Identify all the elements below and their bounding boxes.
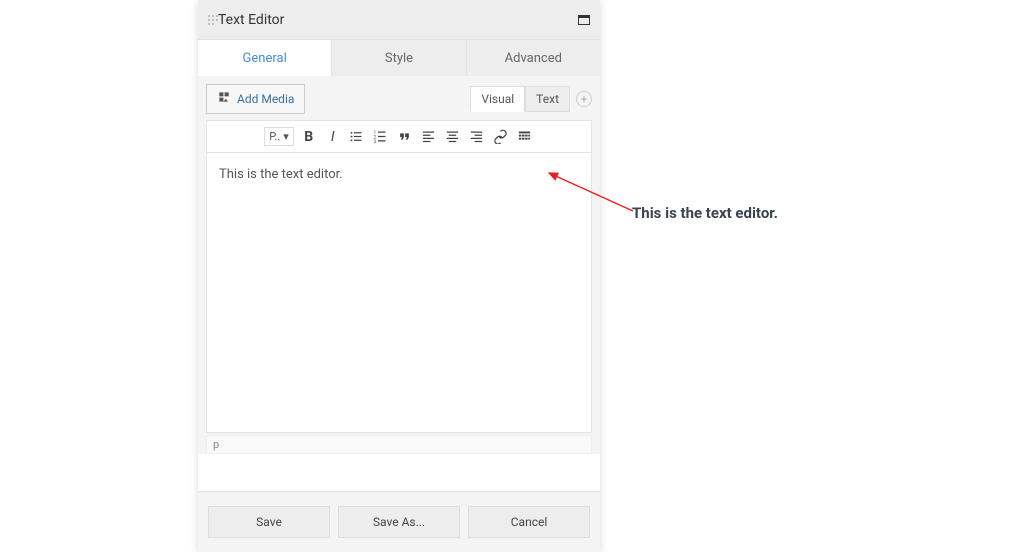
bold-button[interactable]: B <box>300 128 318 146</box>
settings-tabs: General Style Advanced <box>198 40 600 76</box>
align-left-button[interactable] <box>420 128 438 146</box>
media-icon <box>217 90 231 108</box>
expand-toolbar-icon[interactable]: + <box>576 91 592 107</box>
drag-handle[interactable] <box>208 15 218 25</box>
svg-text:3: 3 <box>374 140 377 144</box>
panel-title: Text Editor <box>218 12 578 28</box>
mode-visual-tab[interactable]: Visual <box>470 86 525 112</box>
editor-mode-tabs: Visual Text + <box>470 86 592 112</box>
tab-general[interactable]: General <box>198 40 332 76</box>
format-label: P.. <box>269 130 280 143</box>
save-button[interactable]: Save <box>208 506 330 538</box>
add-media-button[interactable]: Add Media <box>206 84 305 114</box>
mode-text-tab[interactable]: Text <box>525 86 570 112</box>
tab-advanced[interactable]: Advanced <box>467 40 600 76</box>
blockquote-button[interactable] <box>396 128 414 146</box>
formatting-toolbar: P.. ▾ B I 123 <box>206 120 592 153</box>
editor-area: Add Media Visual Text + P.. ▾ B I 123 <box>198 76 600 454</box>
align-center-button[interactable] <box>444 128 462 146</box>
editor-text: This is the text editor. <box>219 167 343 182</box>
editor-status-bar: p <box>206 435 592 454</box>
numbered-list-button[interactable]: 123 <box>372 128 390 146</box>
tab-style[interactable]: Style <box>332 40 466 76</box>
chevron-down-icon: ▾ <box>283 130 289 143</box>
paragraph-format-select[interactable]: P.. ▾ <box>264 127 294 146</box>
align-right-button[interactable] <box>468 128 486 146</box>
italic-button[interactable]: I <box>324 128 342 146</box>
add-media-label: Add Media <box>237 92 294 106</box>
panel-footer: Save Save As... Cancel <box>198 491 600 552</box>
editor-content-area[interactable]: This is the text editor. <box>206 153 592 433</box>
media-toolbar-row: Add Media Visual Text + <box>198 76 600 120</box>
bullet-list-button[interactable] <box>348 128 366 146</box>
link-button[interactable] <box>492 128 510 146</box>
cancel-button[interactable]: Cancel <box>468 506 590 538</box>
annotation-label: This is the text editor. <box>632 204 778 222</box>
save-as-button[interactable]: Save As... <box>338 506 460 538</box>
toolbar-toggle-button[interactable] <box>516 128 534 146</box>
maximize-icon[interactable] <box>578 15 590 25</box>
text-editor-panel: Text Editor General Style Advanced Add M… <box>198 0 600 552</box>
panel-header: Text Editor <box>198 0 600 40</box>
